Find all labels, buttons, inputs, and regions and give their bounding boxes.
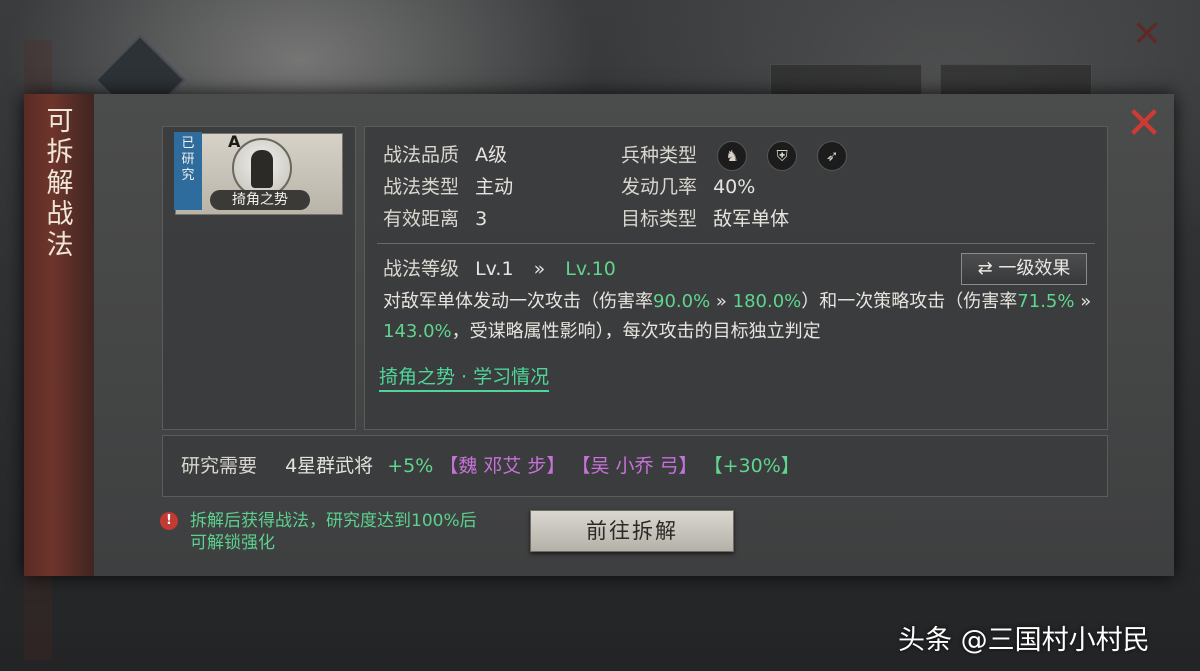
target-row: 目标类型 敌军单体 <box>621 205 789 233</box>
desc-text: ，受谋略属性影响），每次攻击的目标独立判定 <box>451 321 821 342</box>
desc-arrow: » <box>1074 291 1092 312</box>
range-row: 有效距离 3 <box>383 205 487 233</box>
research-label: 研究需要 <box>181 455 258 477</box>
background-close-icon: ✕ <box>1131 14 1162 55</box>
side-title-char: 拆 <box>46 137 74 168</box>
rate-row: 发动几率 40% <box>621 173 755 201</box>
research-general-dengai: 【魏 邓艾 步】 <box>439 455 566 477</box>
side-title-char: 法 <box>46 230 74 261</box>
desc-damage-to: 180.0% <box>732 291 802 312</box>
target-label: 目标类型 <box>621 208 698 230</box>
ribbon-char: 究 <box>181 168 195 183</box>
warning-icon: ! <box>160 512 178 530</box>
level-from: Lv.1 <box>475 258 514 280</box>
ribbon-char: 已 <box>181 136 195 151</box>
research-bonus-extra: 【+30%】 <box>703 455 800 477</box>
skill-card-panel: 已 研 究 A 掎角之势 <box>162 126 356 430</box>
bow-icon: ➶ <box>817 141 848 171</box>
divider <box>377 243 1095 244</box>
type-row: 战法类型 主动 <box>383 173 513 201</box>
desc-strategy-from: 71.5% <box>1017 291 1075 312</box>
level-to: Lv.10 <box>565 258 616 280</box>
skill-grade: A <box>228 132 241 151</box>
quality-value: A级 <box>475 144 508 166</box>
research-requirement: 研究需要 4星群武将 +5% 【魏 邓艾 步】 【吴 小乔 弓】 【+30%】 <box>181 452 800 480</box>
learn-status-link[interactable]: 掎角之势 · 学习情况 <box>379 364 550 392</box>
warrior-figure-icon <box>251 150 273 188</box>
side-title-char: 战 <box>46 199 74 230</box>
skill-info-panel: 战法品质 A级 战法类型 主动 有效距离 3 兵种类型 ♞ ⛨ ➶ 发动几率 4… <box>364 126 1108 430</box>
research-req: 4星群武将 <box>285 455 374 477</box>
disassemble-dialog: 可 拆 解 战 法 ✕ 已 研 究 A 掎角之势 战法品质 A级 战法类型 主动… <box>24 94 1174 576</box>
side-title-banner: 可 拆 解 战 法 <box>24 94 94 576</box>
range-value: 3 <box>475 208 488 230</box>
side-title: 可 拆 解 战 法 <box>40 106 80 261</box>
type-label: 战法类型 <box>383 176 460 198</box>
quality-row: 战法品质 A级 <box>383 141 507 169</box>
troop-label: 兵种类型 <box>621 144 698 167</box>
shield-icon: ⛨ <box>767 141 798 171</box>
cavalry-icon: ♞ <box>717 141 748 171</box>
research-requirement-panel: 研究需要 4星群武将 +5% 【魏 邓艾 步】 【吴 小乔 弓】 【+30%】 <box>162 435 1108 497</box>
level-line: 战法等级 Lv.1 » Lv.10 <box>383 255 616 283</box>
level-effect-toggle-button[interactable]: ⇄ 一级效果 <box>961 253 1087 285</box>
skill-description: 对敌军单体发动一次攻击（伤害率90.0% » 180.0%）和一次策略攻击（伤害… <box>383 287 1093 347</box>
warning-line-1: 拆解后获得战法，研究度达到100%后 <box>190 511 477 531</box>
quality-label: 战法品质 <box>383 144 460 166</box>
desc-arrow: » <box>710 291 733 312</box>
desc-text: 对敌军单体发动一次攻击（伤害率 <box>383 291 653 312</box>
level-label: 战法等级 <box>383 258 460 280</box>
side-title-char: 解 <box>46 168 74 199</box>
watermark: 头条 @三国村小村民 <box>898 625 1150 656</box>
warning-line-2: 可解锁强化 <box>190 533 275 553</box>
range-label: 有效距离 <box>383 208 460 230</box>
research-bonus: +5% <box>387 455 434 477</box>
ribbon-char: 研 <box>181 152 195 167</box>
rate-label: 发动几率 <box>621 176 698 198</box>
target-value: 敌军单体 <box>713 208 790 230</box>
side-title-char: 可 <box>46 106 74 137</box>
desc-text: ）和一次策略攻击（伤害率 <box>801 291 1018 312</box>
troop-row: 兵种类型 ♞ ⛨ ➶ <box>621 141 848 171</box>
research-general-xiaoqiao: 【吴 小乔 弓】 <box>571 455 698 477</box>
researched-ribbon: 已 研 究 <box>174 132 202 210</box>
desc-strategy-to: 143.0% <box>383 321 452 342</box>
close-icon[interactable]: ✕ <box>1124 102 1164 146</box>
disassemble-warning: ! 拆解后获得战法，研究度达到100%后 可解锁强化 <box>160 510 477 554</box>
skill-avatar <box>232 138 292 198</box>
rate-value: 40% <box>713 176 756 198</box>
skill-card[interactable]: 已 研 究 A 掎角之势 <box>174 132 343 215</box>
desc-damage-from: 90.0% <box>653 291 711 312</box>
go-disassemble-button[interactable]: 前往拆解 <box>530 510 734 552</box>
type-value: 主动 <box>475 176 514 198</box>
level-arrow: » <box>533 258 546 280</box>
skill-name-tag: 掎角之势 <box>210 190 310 210</box>
